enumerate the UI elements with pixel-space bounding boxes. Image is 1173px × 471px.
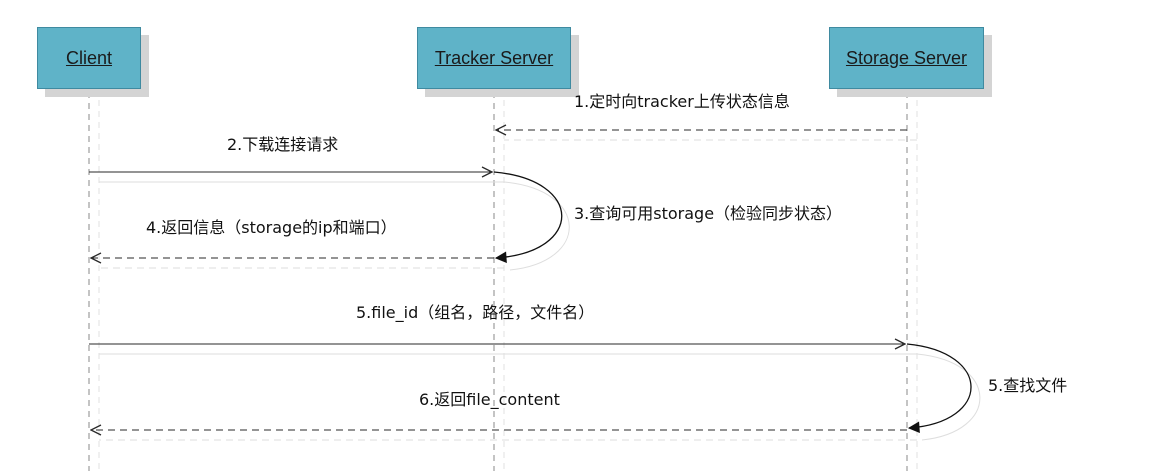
actor-tracker-server: Tracker Server — [417, 27, 571, 89]
self-call-shadow-6 — [916, 353, 981, 441]
sequence-diagram: Client Tracker Server Storage Server 1.定… — [0, 0, 1173, 471]
message-label-3: 3.查询可用storage（检验同步状态） — [574, 204, 843, 223]
message-label-2: 2.下载连接请求 — [227, 135, 339, 154]
actor-client: Client — [37, 27, 141, 89]
message-label-1: 1.定时向tracker上传状态信息 — [574, 92, 790, 111]
actor-tracker-label: Tracker Server — [434, 47, 554, 68]
actor-client-label: Client — [65, 47, 113, 68]
actor-storage-server: Storage Server — [829, 27, 984, 89]
message-label-4: 4.返回信息（storage的ip和端口） — [146, 218, 397, 237]
message-label-5: 5.file_id（组名，路径，文件名） — [356, 303, 595, 322]
actor-storage-label: Storage Server — [845, 47, 968, 68]
message-label-7: 6.返回file_content — [419, 390, 560, 409]
message-label-6: 5.查找文件 — [988, 376, 1068, 395]
